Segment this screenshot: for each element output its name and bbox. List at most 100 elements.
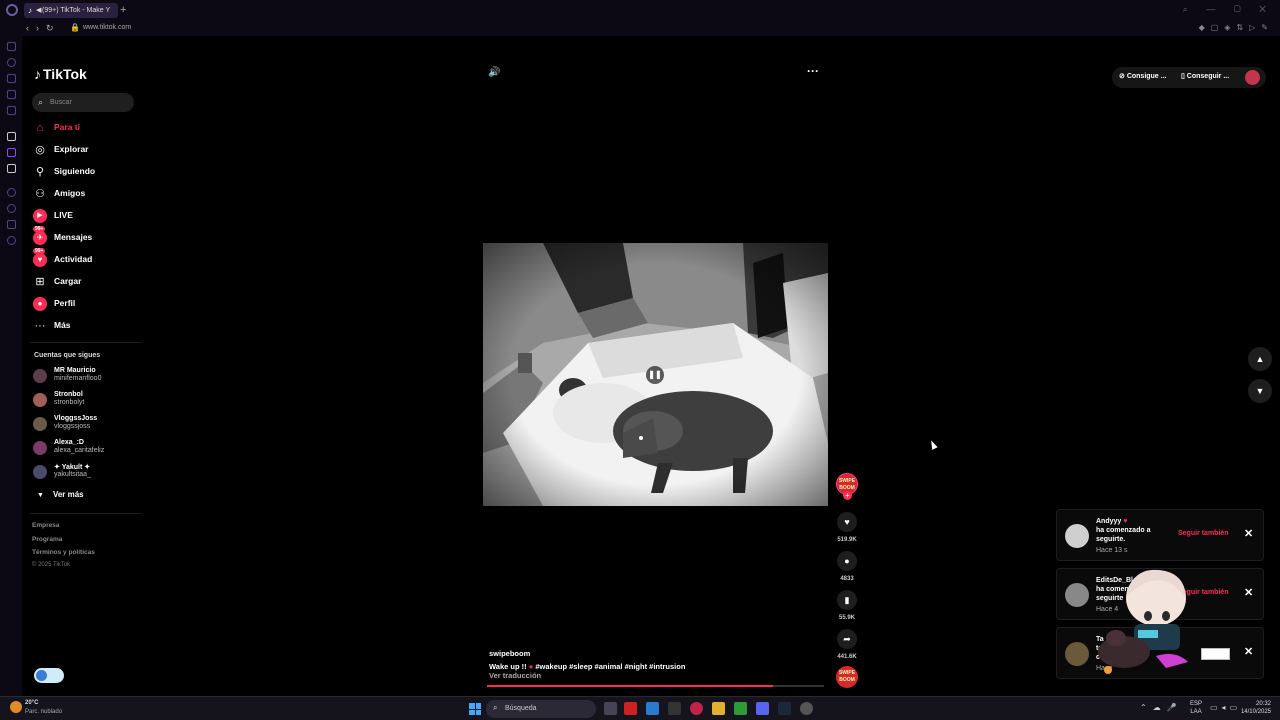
speaker-tab-icon[interactable]: ◀ bbox=[36, 6, 41, 15]
sidebar-app-icon[interactable] bbox=[7, 74, 16, 83]
address-bar-actions[interactable]: ◆▢◈⇅▷✎ bbox=[1199, 22, 1274, 34]
new-tab-button[interactable]: + bbox=[120, 3, 126, 17]
window-controls[interactable]: ⌕ — ▢ ✕ bbox=[1183, 4, 1274, 15]
profile-icon: ● bbox=[33, 297, 47, 311]
follow-notification[interactable]: Andyyy ♥ ha comenzado a seguirte. Hace 1… bbox=[1056, 509, 1264, 561]
nav-item-para-ti[interactable]: ⌂ Para ti bbox=[33, 119, 143, 137]
video-progress-bar[interactable] bbox=[487, 685, 824, 687]
comment-button[interactable]: ● bbox=[837, 551, 857, 571]
weather-icon[interactable] bbox=[10, 701, 22, 713]
extension-toggle[interactable] bbox=[34, 668, 64, 683]
sidebar-x-icon[interactable] bbox=[7, 164, 16, 173]
sidebar-app-icon[interactable] bbox=[7, 58, 16, 67]
music-disc[interactable]: SWIPE BOOM bbox=[836, 666, 858, 688]
volume-icon[interactable]: 🔊 bbox=[488, 67, 500, 78]
nav-item-explorar[interactable]: ◎ Explorar bbox=[33, 141, 143, 159]
nav-item-siguiendo[interactable]: ⚲ Siguiendo bbox=[33, 163, 143, 181]
video-author[interactable]: swipeboom bbox=[489, 649, 530, 658]
lock-icon[interactable]: 🔒 bbox=[70, 23, 80, 33]
news-app-icon[interactable] bbox=[624, 702, 637, 715]
tiktok-logo[interactable]: ♪ TikTok bbox=[34, 66, 87, 82]
excel-icon[interactable] bbox=[734, 702, 747, 715]
nav-item-mensajes[interactable]: ✈ 99+ Mensajes bbox=[33, 226, 143, 247]
close-icon[interactable]: ✕ bbox=[1244, 645, 1253, 658]
sidebar-tiktok-icon[interactable] bbox=[7, 132, 16, 141]
system-tray-icons[interactable]: ⌃☁🎤 bbox=[1140, 703, 1183, 712]
get-app-button[interactable]: ▯ Conseguir ... bbox=[1181, 72, 1229, 80]
footer-link-programa[interactable]: Programa bbox=[32, 536, 62, 543]
sidebar-history-icon[interactable] bbox=[7, 204, 16, 213]
see-translation-link[interactable]: Ver traducción bbox=[489, 671, 541, 680]
follow-back-button[interactable]: Seguir también bbox=[1178, 530, 1229, 537]
avatar bbox=[1065, 524, 1089, 548]
video-caption: Wake up !! ● #wakeup #sleep #animal #nig… bbox=[489, 662, 685, 671]
app-icon[interactable] bbox=[668, 702, 681, 715]
avatar bbox=[33, 393, 47, 407]
task-view-icon[interactable] bbox=[604, 702, 617, 715]
see-more-button[interactable]: ▼ Ver más bbox=[37, 490, 84, 499]
url-field[interactable]: www.tiktok.com bbox=[83, 22, 131, 34]
nav-label: Cargar bbox=[54, 276, 82, 286]
follow-plus-icon[interactable]: + bbox=[843, 491, 852, 500]
opera-logo-icon[interactable] bbox=[6, 4, 18, 16]
following-account[interactable]: VloggssJoss vloggssjoss bbox=[33, 414, 143, 434]
following-account[interactable]: Stronbol stronbolyt bbox=[33, 390, 143, 410]
browser-tab-tiktok[interactable]: ♪ ◀ (99+) TikTok - Make Y bbox=[24, 3, 118, 18]
sidebar-twitch-icon[interactable] bbox=[7, 148, 16, 157]
bookmark-icon: ▮ bbox=[844, 595, 850, 605]
sidebar-app-icon[interactable] bbox=[7, 188, 16, 197]
divider bbox=[30, 342, 142, 343]
previous-video-button[interactable]: ▲ bbox=[1248, 347, 1272, 371]
share-button[interactable]: ➦ bbox=[837, 629, 857, 649]
hashtags[interactable]: #wakeup #sleep #animal #night #intrusion bbox=[535, 662, 685, 671]
nav-item-mas[interactable]: ··· Más bbox=[33, 317, 143, 335]
avatar[interactable] bbox=[1245, 70, 1260, 85]
avatar bbox=[33, 369, 47, 383]
taskbar-search[interactable]: ⌕ Búsqueda bbox=[486, 700, 596, 718]
tiktok-note-icon: ♪ bbox=[34, 66, 41, 82]
nav-item-perfil[interactable]: ● Perfil bbox=[33, 295, 143, 313]
search-input[interactable] bbox=[50, 95, 130, 110]
sidebar-app-icon[interactable] bbox=[7, 220, 16, 229]
nav-label: Explorar bbox=[54, 144, 89, 154]
sidebar-app-icon[interactable] bbox=[7, 106, 16, 115]
like-button[interactable]: ♥ bbox=[837, 512, 857, 532]
close-icon[interactable]: ✕ bbox=[1244, 527, 1253, 540]
nav-item-cargar[interactable]: ⊞ Cargar bbox=[33, 273, 143, 291]
save-button[interactable]: ▮ bbox=[837, 590, 857, 610]
following-account[interactable]: ✦ Yakult ✦ yakultsitaa_ bbox=[33, 462, 143, 482]
file-explorer-icon[interactable] bbox=[712, 702, 725, 715]
steam-icon[interactable] bbox=[778, 702, 791, 715]
taskbar-search-label: Búsqueda bbox=[505, 705, 537, 712]
next-video-button[interactable]: ▼ bbox=[1248, 379, 1272, 403]
sidebar-app-icon[interactable] bbox=[7, 42, 16, 51]
sidebar-settings-icon[interactable] bbox=[7, 236, 16, 245]
opera-app-icon[interactable] bbox=[690, 702, 703, 715]
footer-link-empresa[interactable]: Empresa bbox=[32, 522, 59, 529]
close-icon[interactable]: ✕ bbox=[1244, 586, 1253, 599]
clock-date: 14/10/2025 bbox=[1240, 709, 1271, 715]
nav-item-amigos[interactable]: ⚇ Amigos bbox=[33, 185, 143, 203]
nav-item-actividad[interactable]: ♥ 99+ Actividad bbox=[33, 248, 143, 269]
copyright: © 2025 TikTok bbox=[32, 562, 71, 568]
following-account[interactable]: Alexa_:D alexa_caritafeliz bbox=[33, 438, 143, 458]
windows-start-icon[interactable] bbox=[469, 703, 481, 715]
pause-icon[interactable]: ❚❚ bbox=[646, 366, 664, 384]
browser-nav-buttons[interactable]: ‹›↻ bbox=[26, 21, 61, 35]
language-indicator[interactable]: ESP LAA bbox=[1190, 700, 1202, 716]
taskbar-clock[interactable]: 20:32 14/10/2025 bbox=[1237, 700, 1271, 716]
avatar bbox=[33, 417, 47, 431]
nav-item-live[interactable]: ▶ LIVE bbox=[33, 207, 143, 225]
app-icon[interactable] bbox=[800, 702, 813, 715]
app-icon[interactable] bbox=[646, 702, 659, 715]
following-account[interactable]: MR Mauricio minifemanfloo0 bbox=[33, 366, 143, 386]
weather-temp[interactable]: 20°C bbox=[25, 700, 38, 706]
footer-link-terminos[interactable]: Términos y políticas bbox=[32, 549, 95, 556]
account-name: Alexa_:D bbox=[54, 439, 84, 446]
sidebar-app-icon[interactable] bbox=[7, 90, 16, 99]
discord-icon[interactable] bbox=[756, 702, 769, 715]
chevron-up-icon: ▲ bbox=[1255, 354, 1265, 364]
get-coins-button[interactable]: ⊘ Consigue ... bbox=[1119, 72, 1166, 80]
more-options-icon[interactable]: ··· bbox=[807, 64, 819, 78]
search-box[interactable]: ⌕ bbox=[32, 93, 134, 112]
